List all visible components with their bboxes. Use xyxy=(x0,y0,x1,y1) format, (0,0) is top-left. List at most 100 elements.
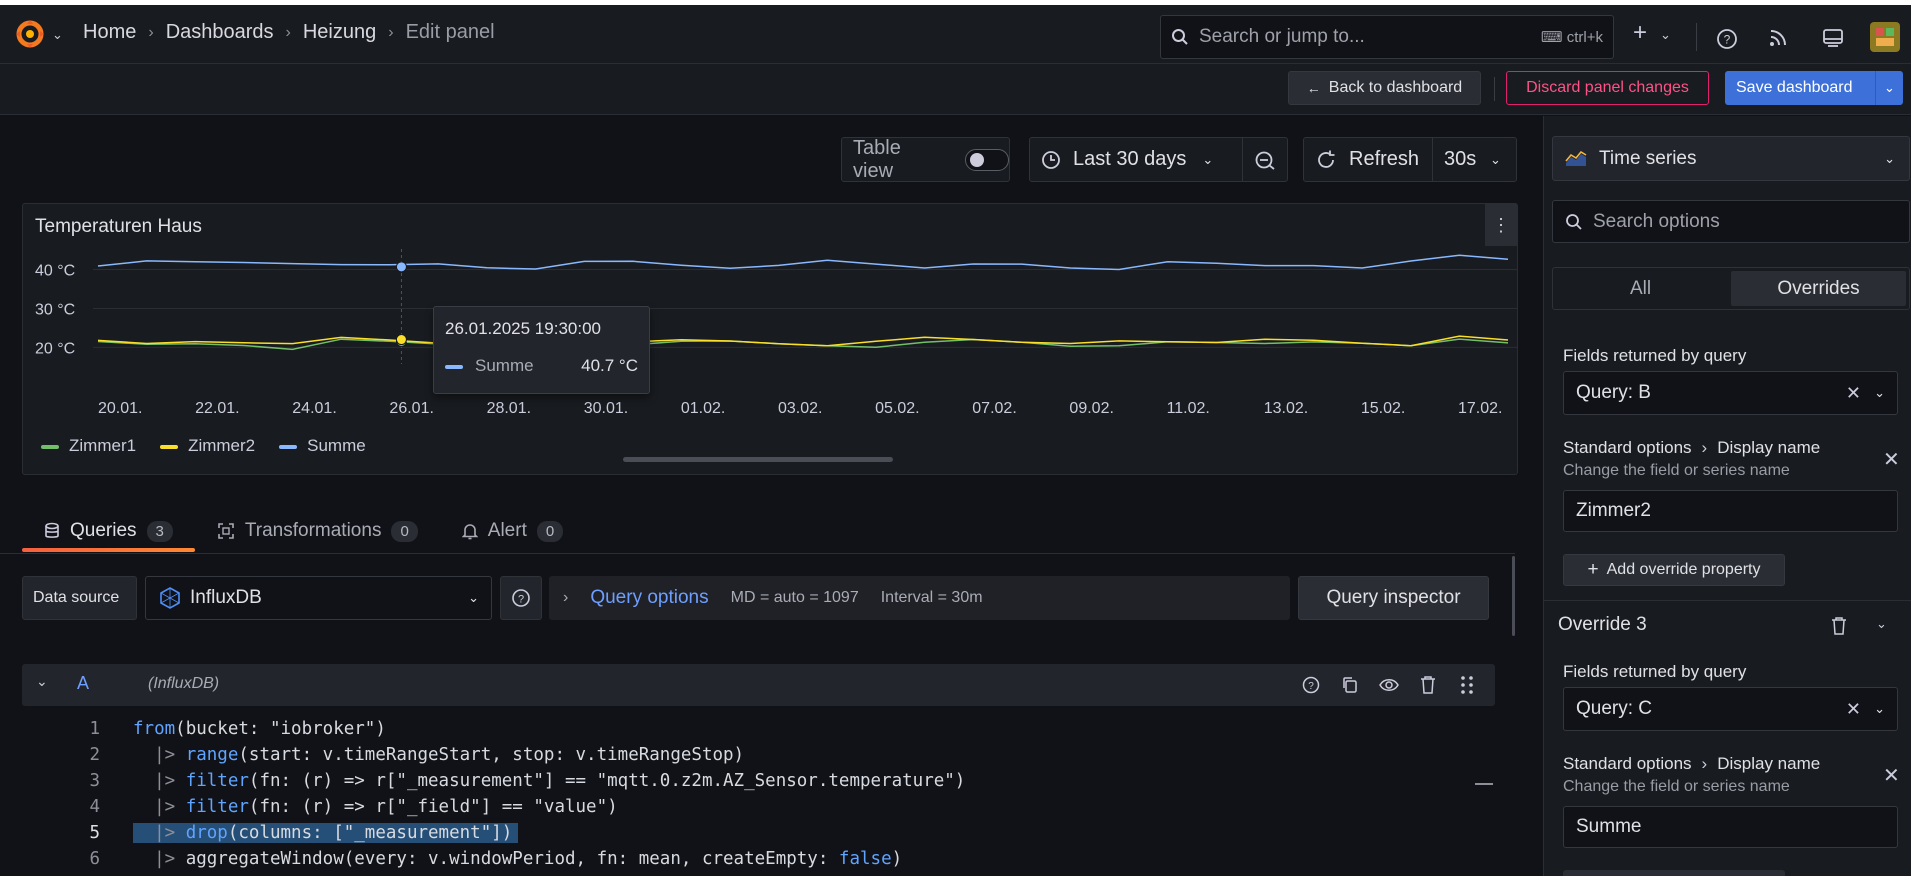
x-tick-label: 11.02. xyxy=(1167,400,1210,417)
edit-actions-bar: ← Back to dashboard Discard panel change… xyxy=(0,64,1911,115)
line-number: 4 xyxy=(89,797,100,817)
legend-label: Zimmer1 xyxy=(69,436,137,455)
code-text: (fn: (r) => r["_field"] == "value") xyxy=(248,797,618,817)
legend-item-zimmer1[interactable]: Zimmer1 xyxy=(41,436,136,456)
x-tick-label: 07.02. xyxy=(972,400,1016,417)
legend-swatch xyxy=(41,444,59,449)
tab-overrides[interactable]: Overrides xyxy=(1731,271,1906,306)
query-datasource-label: (InfluxDB) xyxy=(148,675,220,692)
tab-queries[interactable]: Queries 3 xyxy=(22,510,195,552)
display-name-input[interactable]: Zimmer2 xyxy=(1563,490,1898,532)
chevron-down-icon[interactable]: ⌄ xyxy=(36,673,48,690)
add-override-property-button[interactable]: + Add override property xyxy=(1563,554,1785,586)
refresh-picker[interactable]: Refresh 30s ⌄ xyxy=(1303,137,1517,182)
property-category: Standard options xyxy=(1563,754,1692,773)
datasource-picker[interactable]: InfluxDB ⌄ xyxy=(145,576,492,620)
query-ref-label[interactable]: A xyxy=(77,673,89,694)
help-icon[interactable]: ? xyxy=(1302,676,1320,694)
options-sidebar: Time series ⌄ Search options All Overrid… xyxy=(1543,116,1911,876)
eye-icon[interactable] xyxy=(1379,676,1399,694)
duplicate-icon[interactable] xyxy=(1341,676,1359,694)
flux-code-editor[interactable]: 1 from(bucket: "iobroker") 2 |> range(sta… xyxy=(55,713,1495,876)
news-rss-icon[interactable] xyxy=(1768,28,1788,48)
add-override-label: Add override property xyxy=(1606,561,1761,578)
chevron-down-icon[interactable]: ⌄ xyxy=(1876,616,1887,632)
chevron-down-icon: ⌄ xyxy=(468,590,479,605)
vertical-scrollbar[interactable] xyxy=(1512,556,1515,636)
tab-transformations[interactable]: Transformations 0 xyxy=(195,510,440,552)
refresh-interval[interactable]: 30s xyxy=(1444,148,1476,171)
legend-item-summe[interactable]: Summe xyxy=(279,436,366,456)
avatar[interactable] xyxy=(1870,22,1900,52)
query-options-row[interactable]: › Query options MD = auto = 1097 Interva… xyxy=(549,576,1290,620)
override-title[interactable]: Override 3 xyxy=(1558,614,1647,636)
code-text: ) xyxy=(891,849,903,869)
clear-icon[interactable]: ✕ xyxy=(1846,699,1861,720)
property-description: Change the field or series name xyxy=(1563,778,1790,795)
breadcrumb: Home › Dashboards › Heizung › Edit panel xyxy=(83,21,495,44)
table-view-toggle[interactable]: Table view xyxy=(841,137,1010,182)
back-label: Back to dashboard xyxy=(1328,79,1463,96)
zoom-out-icon[interactable] xyxy=(1254,150,1276,170)
search-input[interactable]: Search or jump to... ⌨ ctrl+k xyxy=(1160,15,1614,59)
display-name-input[interactable]: Summe xyxy=(1563,806,1898,848)
tab-all[interactable]: All xyxy=(1553,268,1728,309)
legend-item-zimmer2[interactable]: Zimmer2 xyxy=(160,436,255,456)
close-icon[interactable]: ✕ xyxy=(1883,763,1900,788)
grafana-logo-icon[interactable] xyxy=(14,18,46,50)
chevron-down-icon[interactable]: ⌄ xyxy=(1660,27,1671,43)
chevron-right-icon: › xyxy=(388,23,394,41)
chart-tooltip: 26.01.2025 19:30:00 Summe 40.7 °C xyxy=(433,306,650,394)
chevron-down-icon[interactable]: ⌄ xyxy=(1874,385,1885,401)
fields-value: Query: C xyxy=(1576,698,1653,719)
fields-matcher-select[interactable]: Query: C ✕ ⌄ xyxy=(1563,687,1898,731)
discard-panel-changes-button[interactable]: Discard panel changes xyxy=(1506,71,1709,105)
query-options-label[interactable]: Query options xyxy=(590,587,708,609)
clear-icon[interactable]: ✕ xyxy=(1846,383,1861,404)
code-keyword: range xyxy=(185,745,239,765)
fields-matcher-select[interactable]: Query: B ✕ ⌄ xyxy=(1563,371,1898,415)
svg-text:?: ? xyxy=(1724,33,1731,47)
legend-swatch xyxy=(279,444,298,449)
query-row-header[interactable]: ⌄ A (InfluxDB) ? xyxy=(22,664,1495,706)
toggle-switch[interactable] xyxy=(965,148,1009,171)
datasource-help-button[interactable]: ? xyxy=(500,576,542,620)
tab-alert[interactable]: Alert 0 xyxy=(440,510,585,552)
tooltip-value: 40.7 °C xyxy=(581,356,638,375)
tooltip-swatch xyxy=(445,365,463,369)
chart-plot[interactable]: 20 °C30 °C40 °C20.01. 22.01. 24.01. 26.01. 2… xyxy=(23,204,1517,429)
chevron-down-icon[interactable]: ⌄ xyxy=(1490,152,1501,168)
divider xyxy=(1494,77,1495,101)
chevron-down-icon: ⌄ xyxy=(1884,150,1895,166)
fields-label: Fields returned by query xyxy=(1563,662,1747,681)
chevron-down-icon[interactable]: ⌄ xyxy=(52,27,63,43)
x-tick-label: 22.01. xyxy=(195,400,239,417)
trash-icon[interactable] xyxy=(1830,616,1848,636)
breadcrumb-home[interactable]: Home xyxy=(83,21,136,44)
breadcrumb-dashboards[interactable]: Dashboards xyxy=(166,21,274,44)
code-keyword: filter xyxy=(185,797,249,817)
dock-menu-icon[interactable] xyxy=(1822,28,1844,48)
chevron-down-icon[interactable]: ⌄ xyxy=(1874,701,1885,717)
back-to-dashboard-button[interactable]: ← Back to dashboard xyxy=(1288,71,1481,105)
search-options-input[interactable]: Search options xyxy=(1552,200,1910,243)
tooltip-series: Summe xyxy=(475,356,534,375)
drag-handle-icon[interactable] xyxy=(1460,675,1474,695)
add-override-property-button[interactable] xyxy=(1563,870,1785,876)
time-range-picker[interactable]: Last 30 days ⌄ xyxy=(1029,137,1288,182)
line-number: 3 xyxy=(89,771,100,791)
plus-icon[interactable]: + xyxy=(1633,19,1647,47)
close-icon[interactable]: ✕ xyxy=(1883,447,1900,472)
code-keyword: filter xyxy=(185,771,249,791)
chevron-down-icon[interactable]: ⌄ xyxy=(1875,71,1903,105)
chevron-down-icon: ⌄ xyxy=(1202,151,1214,167)
breadcrumb-heizung[interactable]: Heizung xyxy=(303,21,376,44)
divider xyxy=(1242,138,1243,181)
trash-icon[interactable] xyxy=(1419,675,1437,695)
options-filter-tabs: All Overrides xyxy=(1552,267,1910,310)
query-inspector-button[interactable]: Query inspector xyxy=(1298,576,1489,620)
horizontal-scrollbar[interactable] xyxy=(623,457,893,462)
help-icon[interactable]: ? xyxy=(1716,28,1738,50)
visualization-picker[interactable]: Time series ⌄ xyxy=(1552,136,1910,181)
save-dashboard-button[interactable]: Save dashboard ⌄ xyxy=(1725,71,1903,105)
